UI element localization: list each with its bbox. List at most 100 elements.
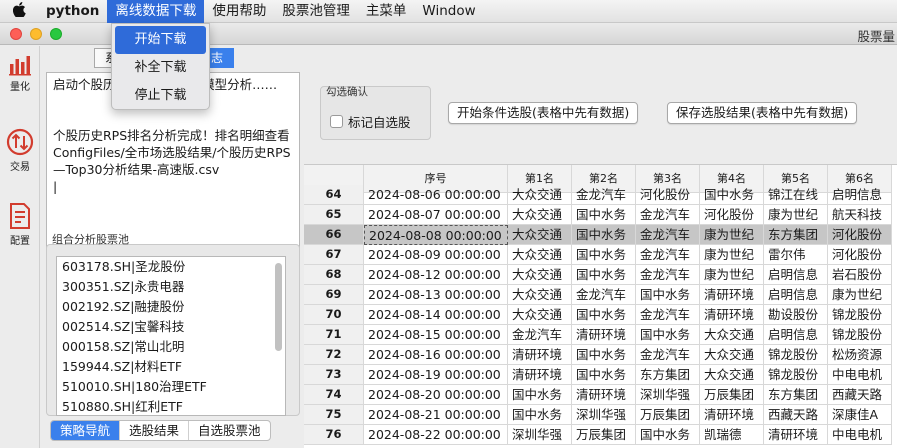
rank-cell[interactable]: 大众交通 (700, 325, 764, 345)
date-cell[interactable]: 2024-08-15 00:00:00 (364, 325, 508, 345)
rank-cell[interactable]: 锦龙股份 (828, 305, 892, 325)
rank-cell[interactable]: 大众交通 (508, 305, 572, 325)
rank-cell[interactable]: 大众交通 (508, 245, 572, 265)
list-item[interactable]: 000158.SZ|常山北明 (57, 337, 285, 357)
rank-cell[interactable]: 东方集团 (764, 385, 828, 405)
close-window-button[interactable] (10, 28, 22, 40)
rank-cell[interactable]: 金龙汽车 (636, 245, 700, 265)
rank-cell[interactable]: 国中水务 (572, 305, 636, 325)
row-index[interactable]: 70 (304, 305, 364, 325)
rank-cell[interactable]: 清研环境 (700, 405, 764, 425)
rank-cell[interactable]: 国中水务 (508, 405, 572, 425)
rank-cell[interactable]: 岩石股份 (828, 265, 892, 285)
list-item[interactable]: 002514.SZ|宝馨科技 (57, 317, 285, 337)
rank-cell[interactable]: 国中水务 (700, 185, 764, 205)
rank-cell[interactable]: 深圳华强 (508, 425, 572, 445)
rank-cell[interactable]: 大众交通 (508, 265, 572, 285)
rank-cell[interactable]: 大众交通 (508, 225, 572, 245)
date-cell[interactable]: 2024-08-06 00:00:00 (364, 185, 508, 205)
date-cell[interactable]: 2024-08-16 00:00:00 (364, 345, 508, 365)
list-item[interactable]: 603178.SH|圣龙股份 (57, 257, 285, 277)
rank-cell[interactable]: 锦龙股份 (764, 345, 828, 365)
row-index[interactable]: 71 (304, 325, 364, 345)
list-item[interactable]: 510010.SH|180治理ETF (57, 377, 285, 397)
rank-cell[interactable]: 启明信息 (764, 325, 828, 345)
table-row[interactable]: 75 2024-08-21 00:00:00 国中水务 深圳华强 万辰集团 清研环境 西藏天… (304, 405, 897, 425)
mark-watchlist-checkbox[interactable]: 标记自选股 (330, 112, 411, 131)
rank-cell[interactable]: 雷尔伟 (764, 245, 828, 265)
rank-cell[interactable]: 凯瑞德 (700, 425, 764, 445)
rank-cell[interactable]: 东方集团 (764, 225, 828, 245)
table-row[interactable]: 72 2024-08-16 00:00:00 清研环境 国中水务 金龙汽车 大众交通 锦龙股… (304, 345, 897, 365)
rank-cell[interactable]: 锦龙股份 (828, 325, 892, 345)
rank-cell[interactable]: 国中水务 (572, 225, 636, 245)
list-item[interactable]: 510880.SH|红利ETF (57, 397, 285, 415)
list-item[interactable]: 300351.SZ|永贵电器 (57, 277, 285, 297)
rank-cell[interactable]: 金龙汽车 (636, 205, 700, 225)
rank-cell[interactable]: 河化股份 (700, 205, 764, 225)
rank-cell[interactable]: 深圳华强 (572, 405, 636, 425)
menu-offline-download[interactable]: 离线数据下载 (107, 0, 205, 23)
rank-cell[interactable]: 万辰集团 (700, 385, 764, 405)
row-index[interactable]: 73 (304, 365, 364, 385)
menu-stock-pool[interactable]: 股票池管理 (274, 0, 358, 23)
rank-cell[interactable]: 康为世纪 (828, 285, 892, 305)
list-item[interactable]: 159944.SZ|材料ETF (57, 357, 285, 377)
rank-cell[interactable]: 康为世纪 (700, 265, 764, 285)
menu-main[interactable]: 主菜单 (358, 0, 415, 23)
rank-cell[interactable]: 万辰集团 (636, 405, 700, 425)
date-cell[interactable]: 2024-08-20 00:00:00 (364, 385, 508, 405)
tab-selection-result[interactable]: 选股结果 (120, 421, 190, 440)
rank-cell[interactable]: 大众交通 (508, 205, 572, 225)
date-cell[interactable]: 2024-08-07 00:00:00 (364, 205, 508, 225)
rank-cell[interactable]: 国中水务 (636, 425, 700, 445)
table-row[interactable]: 71 2024-08-15 00:00:00 金龙汽车 清研环境 国中水务 大众交通 启明信… (304, 325, 897, 345)
rank-cell[interactable]: 启明信息 (764, 265, 828, 285)
rank-cell[interactable]: 清研环境 (700, 305, 764, 325)
pool-list-scrollbar[interactable] (275, 263, 282, 351)
rank-cell[interactable]: 锦龙股份 (764, 365, 828, 385)
rank-cell[interactable]: 启明信息 (828, 185, 892, 205)
rank-cell[interactable]: 国中水务 (508, 385, 572, 405)
rank-cell[interactable]: 国中水务 (572, 345, 636, 365)
start-selection-button[interactable]: 开始条件选股(表格中先有数据) (448, 102, 639, 124)
table-row[interactable]: 69 2024-08-13 00:00:00 大众交通 金龙汽车 国中水务 清研环境 启明信… (304, 285, 897, 305)
checkbox-box[interactable] (330, 115, 343, 128)
save-selection-button[interactable]: 保存选股结果(表格中先有数据) (667, 102, 858, 124)
table-row[interactable]: 67 2024-08-09 00:00:00 大众交通 国中水务 金龙汽车 康为世纪 雷尔伟… (304, 245, 897, 265)
date-cell[interactable]: 2024-08-13 00:00:00 (364, 285, 508, 305)
rank-cell[interactable]: 清研环境 (508, 345, 572, 365)
menu-window[interactable]: Window (414, 0, 483, 23)
table-row[interactable]: 68 2024-08-12 00:00:00 大众交通 国中水务 金龙汽车 康为世纪 启明信… (304, 265, 897, 285)
rank-cell[interactable]: 国中水务 (572, 365, 636, 385)
rank-cell[interactable]: 金龙汽车 (636, 225, 700, 245)
date-cell[interactable]: 2024-08-09 00:00:00 (364, 245, 508, 265)
rank-cell[interactable]: 大众交通 (508, 185, 572, 205)
rank-cell[interactable]: 东方集团 (636, 365, 700, 385)
date-cell[interactable]: 2024-08-21 00:00:00 (364, 405, 508, 425)
rank-cell[interactable]: 金龙汽车 (572, 285, 636, 305)
tab-strategy-nav[interactable]: 策略导航 (51, 421, 121, 440)
rank-cell[interactable]: 万辰集团 (572, 425, 636, 445)
table-row[interactable]: 66 2024-08-08 00:00:00 大众交通 国中水务 金龙汽车 康为世纪 东方集… (304, 225, 897, 245)
date-cell[interactable]: 2024-08-19 00:00:00 (364, 365, 508, 385)
row-index[interactable]: 68 (304, 265, 364, 285)
rank-cell[interactable]: 国中水务 (636, 285, 700, 305)
list-item[interactable]: 002192.SZ|融捷股份 (57, 297, 285, 317)
date-cell[interactable]: 2024-08-12 00:00:00 (364, 265, 508, 285)
rank-cell[interactable]: 国中水务 (572, 245, 636, 265)
sidebar-item-config[interactable]: 配置 (0, 202, 40, 247)
rank-cell[interactable]: 金龙汽车 (636, 265, 700, 285)
sidebar-item-quant[interactable]: 量化 (0, 54, 40, 93)
rank-cell[interactable]: 金龙汽车 (572, 185, 636, 205)
rank-cell[interactable]: 大众交通 (508, 285, 572, 305)
menu-item-complete-download[interactable]: 补全下载 (112, 54, 209, 82)
table-row[interactable]: 64 2024-08-06 00:00:00 大众交通 金龙汽车 河化股份 国中水务 锦江在… (304, 185, 897, 205)
rank-cell[interactable]: 航天科技 (828, 205, 892, 225)
rank-cell[interactable]: 河化股份 (636, 185, 700, 205)
rank-cell[interactable]: 深圳华强 (636, 385, 700, 405)
rank-cell[interactable]: 清研环境 (572, 325, 636, 345)
rank-cell[interactable]: 深康佳A (828, 405, 892, 425)
date-cell[interactable]: 2024-08-22 00:00:00 (364, 425, 508, 445)
row-index[interactable]: 76 (304, 425, 364, 445)
